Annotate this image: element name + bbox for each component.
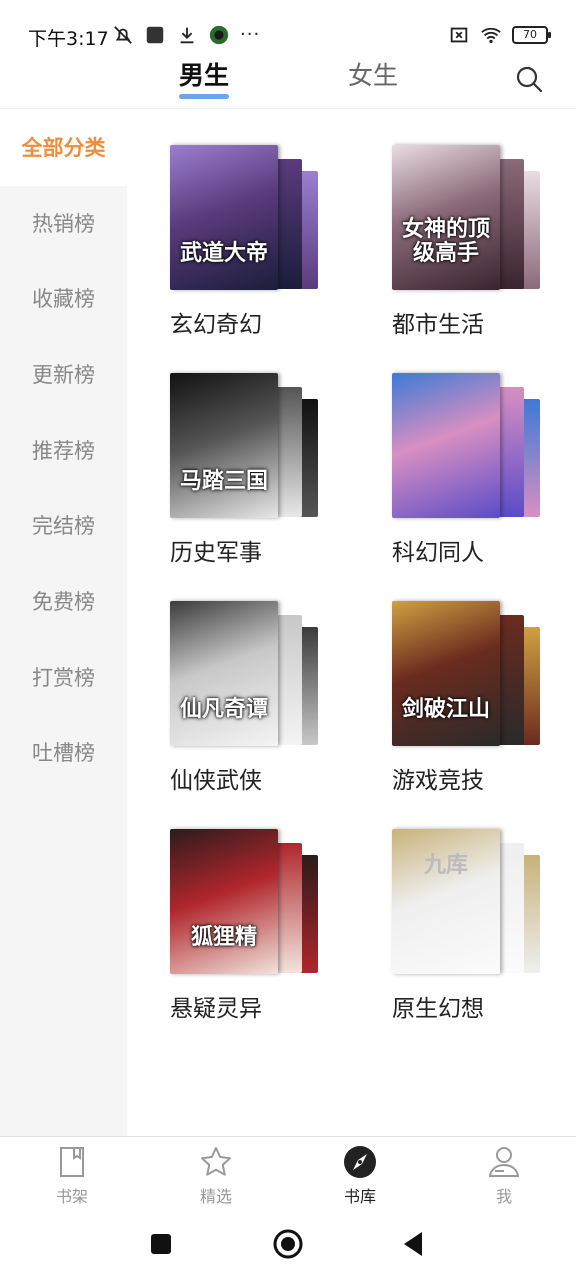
cover-stack (392, 373, 542, 519)
book-cover-front (392, 373, 500, 518)
category-label: 历史军事 (170, 540, 262, 566)
category-card[interactable]: 剑破江山 游戏竞技 (392, 601, 572, 801)
status-icons-right: 70 (448, 24, 551, 46)
bookmark-book-icon (60, 1147, 84, 1177)
sidebar-item-updates[interactable]: 更新榜 (0, 337, 127, 413)
book-cover-front: 仙凡奇谭 (170, 601, 278, 746)
sidebar-item-all-categories[interactable]: 全部分类 (0, 110, 127, 186)
compass-icon (344, 1146, 376, 1178)
app-square-icon (146, 26, 164, 44)
book-cover-front: 女神的顶级高手 (392, 145, 500, 290)
book-cover-front: 武道大帝 (170, 145, 278, 290)
book-cover-middle (496, 843, 524, 973)
category-card[interactable]: 九库 原生幻想 (392, 829, 572, 1029)
book-cover-front: 九库 (392, 829, 500, 974)
system-navigation (0, 1210, 576, 1280)
cover-title: 女神的顶级高手 (401, 217, 490, 266)
cover-title: 狐狸精 (190, 925, 257, 950)
nav-bookshelf[interactable]: 书架 (37, 1145, 107, 1207)
cover-stack: 马踏三国 (170, 373, 320, 519)
sidebar-item-favorites[interactable]: 收藏榜 (0, 261, 127, 337)
cover-title: 武道大帝 (179, 241, 268, 266)
nav-label: 书库 (343, 1187, 376, 1206)
sidebar-item-free[interactable]: 免费榜 (0, 564, 127, 640)
book-cover-middle (274, 843, 302, 973)
user-icon (488, 1147, 520, 1177)
book-cover-front: 马踏三国 (170, 373, 278, 518)
tab-male[interactable]: 男生 (179, 56, 229, 92)
sidebar-item-completed[interactable]: 完结榜 (0, 488, 127, 564)
book-cover-middle (496, 387, 524, 517)
more-dots-icon: ··· (240, 24, 261, 45)
app-badge-icon (209, 25, 229, 45)
category-card[interactable]: 狐狸精 悬疑灵异 (170, 829, 350, 1029)
cover-title: 仙凡奇谭 (179, 697, 268, 722)
category-label: 科幻同人 (392, 540, 484, 566)
cover-title: 剑破江山 (401, 697, 490, 722)
sidebar-item-rewards[interactable]: 打赏榜 (0, 640, 127, 716)
battery-icon: 70 (512, 26, 551, 44)
mute-icon (114, 26, 132, 44)
category-label: 都市生活 (392, 312, 484, 338)
cover-stack: 仙凡奇谭 (170, 601, 320, 747)
download-icon (180, 27, 194, 44)
category-label: 悬疑灵异 (170, 996, 262, 1022)
sidebar-item-comments[interactable]: 吐槽榜 (0, 715, 127, 791)
category-card[interactable]: 仙凡奇谭 仙侠武侠 (170, 601, 350, 801)
recent-apps-button[interactable] (145, 1228, 177, 1260)
tab-female[interactable]: 女生 (348, 56, 398, 92)
status-icons-left: ··· (112, 24, 260, 46)
top-tab-bar: 男生 女生 (0, 52, 576, 109)
nav-library[interactable]: 书库 (325, 1145, 395, 1207)
sim-error-icon (450, 27, 468, 43)
status-bar: 下午3:17 ··· 70 (0, 0, 576, 56)
nav-profile[interactable]: 我 (469, 1145, 539, 1207)
category-label: 原生幻想 (392, 996, 484, 1022)
status-time: 下午3:17 (28, 28, 109, 50)
book-cover-middle (274, 159, 302, 289)
book-cover-front: 剑破江山 (392, 601, 500, 746)
nav-label: 精选 (199, 1187, 232, 1206)
search-icon[interactable] (514, 64, 544, 94)
cover-stack: 女神的顶级高手 (392, 145, 542, 291)
ranking-sidebar: 全部分类 热销榜 收藏榜 更新榜 推荐榜 完结榜 免费榜 打赏榜 吐槽榜 (0, 110, 127, 1136)
nav-featured[interactable]: 精选 (181, 1145, 251, 1207)
home-button[interactable] (272, 1228, 304, 1260)
book-cover-front: 狐狸精 (170, 829, 278, 974)
category-label: 仙侠武侠 (170, 768, 262, 794)
cover-stack: 剑破江山 (392, 601, 542, 747)
cover-title: 九库 (423, 852, 468, 878)
wifi-icon (481, 27, 501, 44)
cover-stack: 武道大帝 (170, 145, 320, 291)
book-cover-middle (274, 615, 302, 745)
category-card[interactable]: 马踏三国 历史军事 (170, 373, 350, 573)
star-icon (201, 1147, 231, 1176)
active-tab-indicator (179, 94, 229, 99)
cover-title: 马踏三国 (179, 469, 268, 494)
book-cover-middle (496, 159, 524, 289)
back-button[interactable] (398, 1228, 430, 1260)
category-card[interactable]: 女神的顶级高手 都市生活 (392, 145, 572, 345)
nav-label: 书架 (55, 1187, 88, 1206)
sidebar-item-hot-sales[interactable]: 热销榜 (0, 186, 127, 262)
cover-stack: 狐狸精 (170, 829, 320, 975)
sidebar-item-recommended[interactable]: 推荐榜 (0, 413, 127, 489)
cover-stack: 九库 (392, 829, 542, 975)
nav-label: 我 (495, 1187, 512, 1206)
category-card[interactable]: 科幻同人 (392, 373, 572, 573)
category-label: 玄幻奇幻 (170, 312, 262, 338)
category-label: 游戏竞技 (392, 768, 484, 794)
book-cover-middle (496, 615, 524, 745)
book-cover-middle (274, 387, 302, 517)
category-card[interactable]: 武道大帝 玄幻奇幻 (170, 145, 350, 345)
bottom-navigation: 书架 精选 书库 我 (0, 1136, 576, 1210)
